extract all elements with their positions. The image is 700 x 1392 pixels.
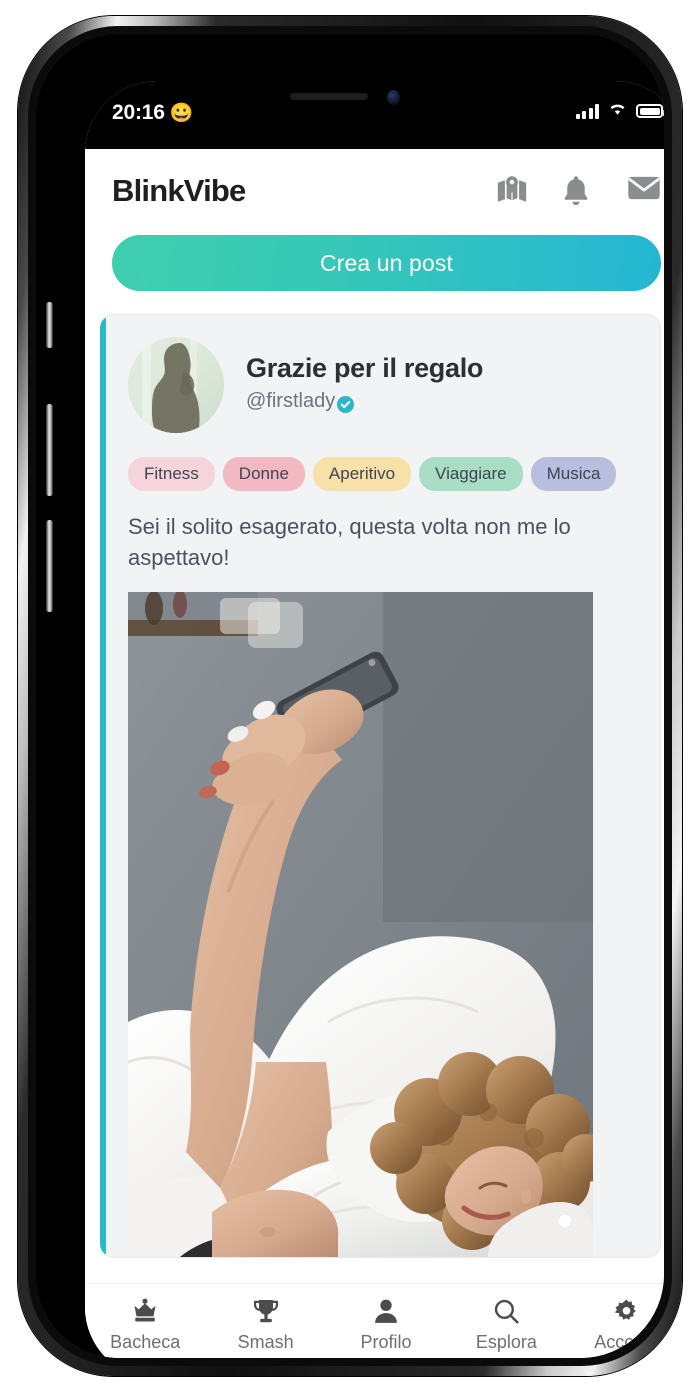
post-header: Grazie per il regalo @firstlady xyxy=(128,337,638,433)
envelope-icon[interactable] xyxy=(627,174,661,208)
cellular-signal-icon xyxy=(575,103,599,119)
phone-body: 20:16 😀 BlinkVibe Crea un post Grazie pe… xyxy=(36,34,664,1358)
nav-item-profilo[interactable]: Profilo xyxy=(326,1296,446,1353)
nav-label: Profilo xyxy=(360,1332,412,1352)
front-camera-icon xyxy=(387,90,400,105)
carousel-dot-active[interactable] xyxy=(559,1214,571,1227)
post-title: Grazie per il regalo xyxy=(246,353,484,384)
app-content: BlinkVibe Crea un post Grazie per il reg… xyxy=(85,149,664,1358)
app-logo: BlinkVibe xyxy=(112,173,246,208)
tag-chip[interactable]: Musica xyxy=(530,457,617,491)
wifi-icon xyxy=(607,101,628,121)
tag-chip[interactable]: Aperitivo xyxy=(312,457,412,491)
tag-chip[interactable]: Viaggiare xyxy=(419,457,523,491)
nav-item-account[interactable]: Account xyxy=(567,1296,664,1353)
post-image[interactable] xyxy=(128,591,593,1257)
map-icon[interactable] xyxy=(495,174,529,208)
nav-label: Esplora xyxy=(475,1332,537,1352)
search-icon xyxy=(493,1296,520,1326)
earpiece-speaker xyxy=(290,93,368,100)
person-icon xyxy=(373,1296,399,1326)
gear-icon xyxy=(613,1296,640,1326)
status-bar: 20:16 😀 xyxy=(85,81,664,149)
post-handle-text: @firstlady xyxy=(246,389,336,412)
battery-full-icon xyxy=(636,104,664,118)
screenshot-stage: 20:16 😀 BlinkVibe Crea un post Grazie pe… xyxy=(0,0,700,1392)
create-post-section: Crea un post xyxy=(85,233,664,291)
post-author-handle[interactable]: @firstlady xyxy=(246,390,483,413)
trophy-icon xyxy=(252,1296,280,1326)
header-icon-group xyxy=(495,174,661,208)
bottom-navigation: Bacheca Smash Profilo Esplora Account xyxy=(85,1283,664,1358)
nav-label: Smash xyxy=(237,1332,294,1352)
phone-screen: 20:16 😀 BlinkVibe Crea un post Grazie pe… xyxy=(85,81,664,1358)
bell-icon[interactable] xyxy=(561,174,595,208)
app-header: BlinkVibe xyxy=(85,149,664,233)
feed-section: Grazie per il regalo @firstlady Fitness … xyxy=(85,291,664,1258)
verified-check-icon xyxy=(337,395,355,413)
nav-item-esplora[interactable]: Esplora xyxy=(446,1296,566,1353)
volume-up-button[interactable] xyxy=(46,404,53,496)
nav-label: Account xyxy=(594,1332,660,1352)
tag-chip[interactable]: Fitness xyxy=(128,457,215,491)
avatar[interactable] xyxy=(128,337,224,433)
nav-item-smash[interactable]: Smash xyxy=(205,1296,325,1353)
status-indicators xyxy=(575,101,664,121)
create-post-button[interactable]: Crea un post xyxy=(112,235,661,291)
crown-icon xyxy=(131,1296,159,1326)
post-body-text: Sei il solito esagerato, questa volta no… xyxy=(128,514,571,571)
post-tag-list: Fitness Donne Aperitivo Viaggiare Musica xyxy=(128,457,638,491)
status-time: 20:16 😀 xyxy=(112,101,193,125)
post-accent-bar xyxy=(100,315,106,1257)
volume-down-button[interactable] xyxy=(46,520,53,612)
post-card[interactable]: Grazie per il regalo @firstlady Fitness … xyxy=(100,314,661,1258)
status-time-text: 20:16 xyxy=(112,101,165,124)
nav-label: Bacheca xyxy=(110,1332,181,1352)
grinning-face-icon: 😀 xyxy=(169,102,194,124)
post-title-block: Grazie per il regalo @firstlady xyxy=(246,353,483,416)
nav-item-bacheca[interactable]: Bacheca xyxy=(85,1296,205,1353)
tag-chip[interactable]: Donne xyxy=(222,457,305,491)
mute-switch-button[interactable] xyxy=(46,302,53,348)
